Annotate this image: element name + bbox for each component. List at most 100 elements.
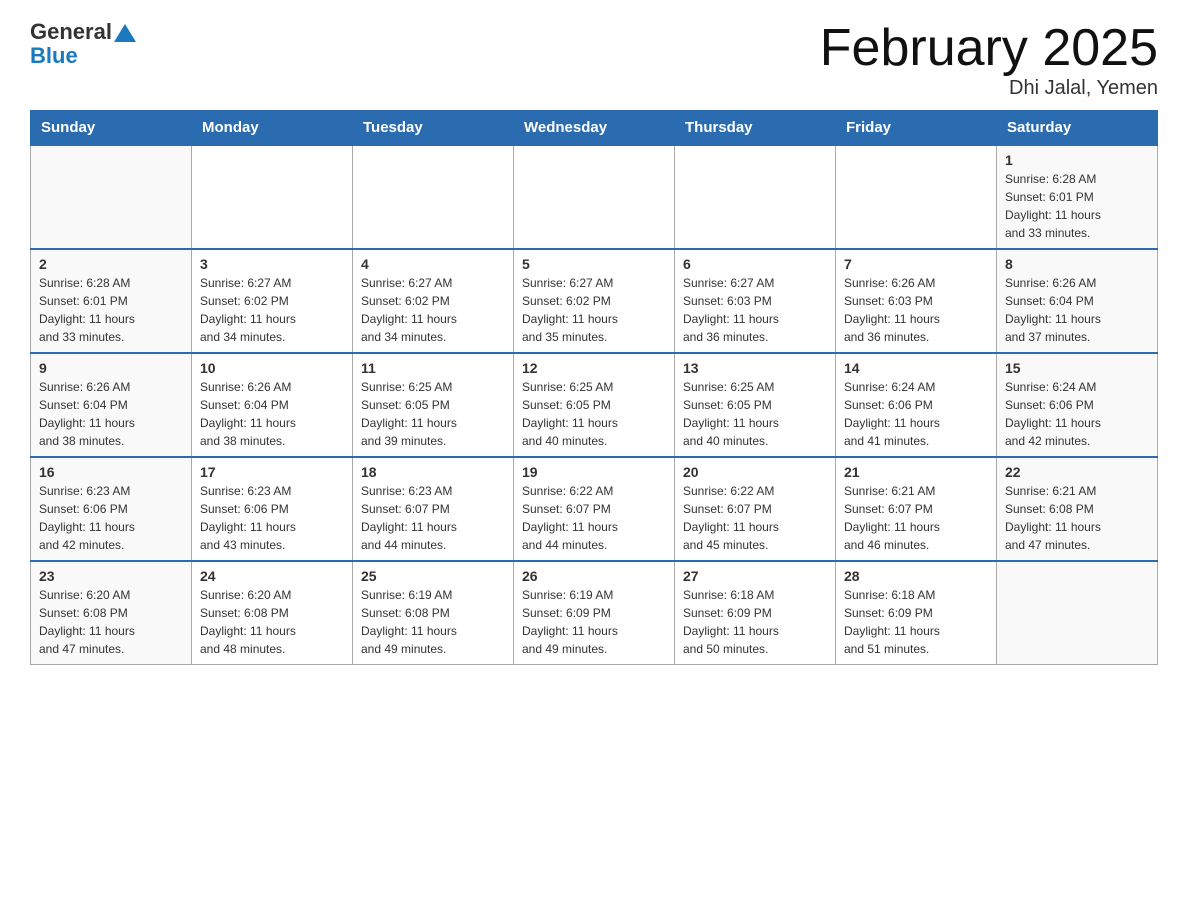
day-number: 18 (361, 464, 505, 480)
day-number: 6 (683, 256, 827, 272)
day-info: Sunrise: 6:25 AM Sunset: 6:05 PM Dayligh… (522, 378, 666, 450)
day-number: 5 (522, 256, 666, 272)
calendar-cell: 8 Sunrise: 6:26 AM Sunset: 6:04 PM Daylig… (997, 249, 1158, 353)
day-number: 22 (1005, 464, 1149, 480)
calendar-cell: 25 Sunrise: 6:19 AM Sunset: 6:08 PM Dayli… (353, 561, 514, 665)
calendar-cell (192, 145, 353, 249)
logo-triangle-icon (114, 20, 136, 42)
calendar-cell: 13 Sunrise: 6:25 AM Sunset: 6:05 PM Dayli… (675, 353, 836, 457)
calendar-cell: 21 Sunrise: 6:21 AM Sunset: 6:07 PM Dayli… (836, 457, 997, 561)
calendar-cell: 6 Sunrise: 6:27 AM Sunset: 6:03 PM Daylig… (675, 249, 836, 353)
calendar-cell: 18 Sunrise: 6:23 AM Sunset: 6:07 PM Dayli… (353, 457, 514, 561)
calendar-cell: 26 Sunrise: 6:19 AM Sunset: 6:09 PM Dayli… (514, 561, 675, 665)
calendar-cell (353, 145, 514, 249)
day-number: 7 (844, 256, 988, 272)
day-info: Sunrise: 6:27 AM Sunset: 6:02 PM Dayligh… (200, 274, 344, 346)
day-info: Sunrise: 6:28 AM Sunset: 6:01 PM Dayligh… (39, 274, 183, 346)
day-info: Sunrise: 6:18 AM Sunset: 6:09 PM Dayligh… (844, 586, 988, 658)
calendar-cell: 12Sunrise: 6:25 AM Sunset: 6:05 PM Dayli… (514, 353, 675, 457)
day-info: Sunrise: 6:22 AM Sunset: 6:07 PM Dayligh… (522, 482, 666, 554)
calendar-cell: 24Sunrise: 6:20 AM Sunset: 6:08 PM Dayli… (192, 561, 353, 665)
day-info: Sunrise: 6:19 AM Sunset: 6:08 PM Dayligh… (361, 586, 505, 658)
calendar-week-1: 1 Sunrise: 6:28 AM Sunset: 6:01 PM Daylig… (31, 145, 1158, 249)
day-info: Sunrise: 6:21 AM Sunset: 6:08 PM Dayligh… (1005, 482, 1149, 554)
calendar-week-3: 9Sunrise: 6:26 AM Sunset: 6:04 PM Daylig… (31, 353, 1158, 457)
day-info: Sunrise: 6:19 AM Sunset: 6:09 PM Dayligh… (522, 586, 666, 658)
day-info: Sunrise: 6:22 AM Sunset: 6:07 PM Dayligh… (683, 482, 827, 554)
calendar-location: Dhi Jalal, Yemen (820, 77, 1158, 100)
day-info: Sunrise: 6:24 AM Sunset: 6:06 PM Dayligh… (1005, 378, 1149, 450)
calendar-cell: 2 Sunrise: 6:28 AM Sunset: 6:01 PM Daylig… (31, 249, 192, 353)
calendar-cell (675, 145, 836, 249)
calendar-cell (997, 561, 1158, 665)
calendar-cell: 23 Sunrise: 6:20 AM Sunset: 6:08 PM Dayli… (31, 561, 192, 665)
day-info: Sunrise: 6:26 AM Sunset: 6:04 PM Dayligh… (39, 378, 183, 450)
day-info: Sunrise: 6:21 AM Sunset: 6:07 PM Dayligh… (844, 482, 988, 554)
day-number: 4 (361, 256, 505, 272)
day-number: 25 (361, 568, 505, 584)
day-number: 11 (361, 360, 505, 376)
day-info: Sunrise: 6:20 AM Sunset: 6:08 PM Dayligh… (39, 586, 183, 658)
calendar-header: SundayMondayTuesdayWednesdayThursdayFrid… (31, 111, 1158, 146)
calendar-body: 1 Sunrise: 6:28 AM Sunset: 6:01 PM Daylig… (31, 145, 1158, 665)
day-info: Sunrise: 6:26 AM Sunset: 6:04 PM Dayligh… (1005, 274, 1149, 346)
calendar-cell: 22 Sunrise: 6:21 AM Sunset: 6:08 PM Dayli… (997, 457, 1158, 561)
title-block: February 2025 Dhi Jalal, Yemen (820, 20, 1158, 100)
day-info: Sunrise: 6:23 AM Sunset: 6:06 PM Dayligh… (39, 482, 183, 554)
calendar-cell: 20 Sunrise: 6:22 AM Sunset: 6:07 PM Dayli… (675, 457, 836, 561)
calendar-cell: 16 Sunrise: 6:23 AM Sunset: 6:06 PM Dayli… (31, 457, 192, 561)
day-info: Sunrise: 6:23 AM Sunset: 6:06 PM Dayligh… (200, 482, 344, 554)
calendar-week-5: 23 Sunrise: 6:20 AM Sunset: 6:08 PM Dayli… (31, 561, 1158, 665)
logo-general-text: General (30, 20, 112, 44)
calendar-table: SundayMondayTuesdayWednesdayThursdayFrid… (30, 110, 1158, 665)
day-number: 20 (683, 464, 827, 480)
day-info: Sunrise: 6:26 AM Sunset: 6:03 PM Dayligh… (844, 274, 988, 346)
day-number: 14 (844, 360, 988, 376)
day-number: 21 (844, 464, 988, 480)
calendar-cell: 4Sunrise: 6:27 AM Sunset: 6:02 PM Daylig… (353, 249, 514, 353)
day-number: 28 (844, 568, 988, 584)
logo-blue-text: Blue (30, 43, 78, 68)
day-number: 1 (1005, 152, 1149, 168)
page-header: General Blue February 2025 Dhi Jalal, Ye… (30, 20, 1158, 100)
day-info: Sunrise: 6:24 AM Sunset: 6:06 PM Dayligh… (844, 378, 988, 450)
day-info: Sunrise: 6:26 AM Sunset: 6:04 PM Dayligh… (200, 378, 344, 450)
day-info: Sunrise: 6:25 AM Sunset: 6:05 PM Dayligh… (683, 378, 827, 450)
calendar-cell: 9Sunrise: 6:26 AM Sunset: 6:04 PM Daylig… (31, 353, 192, 457)
day-number: 8 (1005, 256, 1149, 272)
calendar-week-4: 16 Sunrise: 6:23 AM Sunset: 6:06 PM Dayli… (31, 457, 1158, 561)
day-info: Sunrise: 6:23 AM Sunset: 6:07 PM Dayligh… (361, 482, 505, 554)
calendar-cell: 15Sunrise: 6:24 AM Sunset: 6:06 PM Dayli… (997, 353, 1158, 457)
calendar-cell: 5 Sunrise: 6:27 AM Sunset: 6:02 PM Daylig… (514, 249, 675, 353)
day-info: Sunrise: 6:27 AM Sunset: 6:03 PM Dayligh… (683, 274, 827, 346)
day-number: 2 (39, 256, 183, 272)
weekday-header-sunday: Sunday (31, 111, 192, 146)
calendar-cell: 28 Sunrise: 6:18 AM Sunset: 6:09 PM Dayli… (836, 561, 997, 665)
day-number: 24 (200, 568, 344, 584)
day-number: 10 (200, 360, 344, 376)
day-number: 16 (39, 464, 183, 480)
calendar-cell: 17 Sunrise: 6:23 AM Sunset: 6:06 PM Dayli… (192, 457, 353, 561)
weekday-header-friday: Friday (836, 111, 997, 146)
calendar-cell: 11 Sunrise: 6:25 AM Sunset: 6:05 PM Dayli… (353, 353, 514, 457)
weekday-header-wednesday: Wednesday (514, 111, 675, 146)
day-info: Sunrise: 6:27 AM Sunset: 6:02 PM Dayligh… (522, 274, 666, 346)
day-number: 23 (39, 568, 183, 584)
calendar-cell: 10 Sunrise: 6:26 AM Sunset: 6:04 PM Dayli… (192, 353, 353, 457)
day-number: 17 (200, 464, 344, 480)
day-info: Sunrise: 6:25 AM Sunset: 6:05 PM Dayligh… (361, 378, 505, 450)
calendar-cell: 27Sunrise: 6:18 AM Sunset: 6:09 PM Dayli… (675, 561, 836, 665)
day-number: 3 (200, 256, 344, 272)
calendar-week-2: 2 Sunrise: 6:28 AM Sunset: 6:01 PM Daylig… (31, 249, 1158, 353)
calendar-cell (31, 145, 192, 249)
calendar-cell: 7 Sunrise: 6:26 AM Sunset: 6:03 PM Daylig… (836, 249, 997, 353)
day-number: 26 (522, 568, 666, 584)
day-info: Sunrise: 6:28 AM Sunset: 6:01 PM Dayligh… (1005, 170, 1149, 242)
calendar-cell (836, 145, 997, 249)
weekday-header-row: SundayMondayTuesdayWednesdayThursdayFrid… (31, 111, 1158, 146)
weekday-header-tuesday: Tuesday (353, 111, 514, 146)
day-number: 13 (683, 360, 827, 376)
calendar-cell: 3 Sunrise: 6:27 AM Sunset: 6:02 PM Daylig… (192, 249, 353, 353)
weekday-header-monday: Monday (192, 111, 353, 146)
calendar-cell: 1 Sunrise: 6:28 AM Sunset: 6:01 PM Daylig… (997, 145, 1158, 249)
